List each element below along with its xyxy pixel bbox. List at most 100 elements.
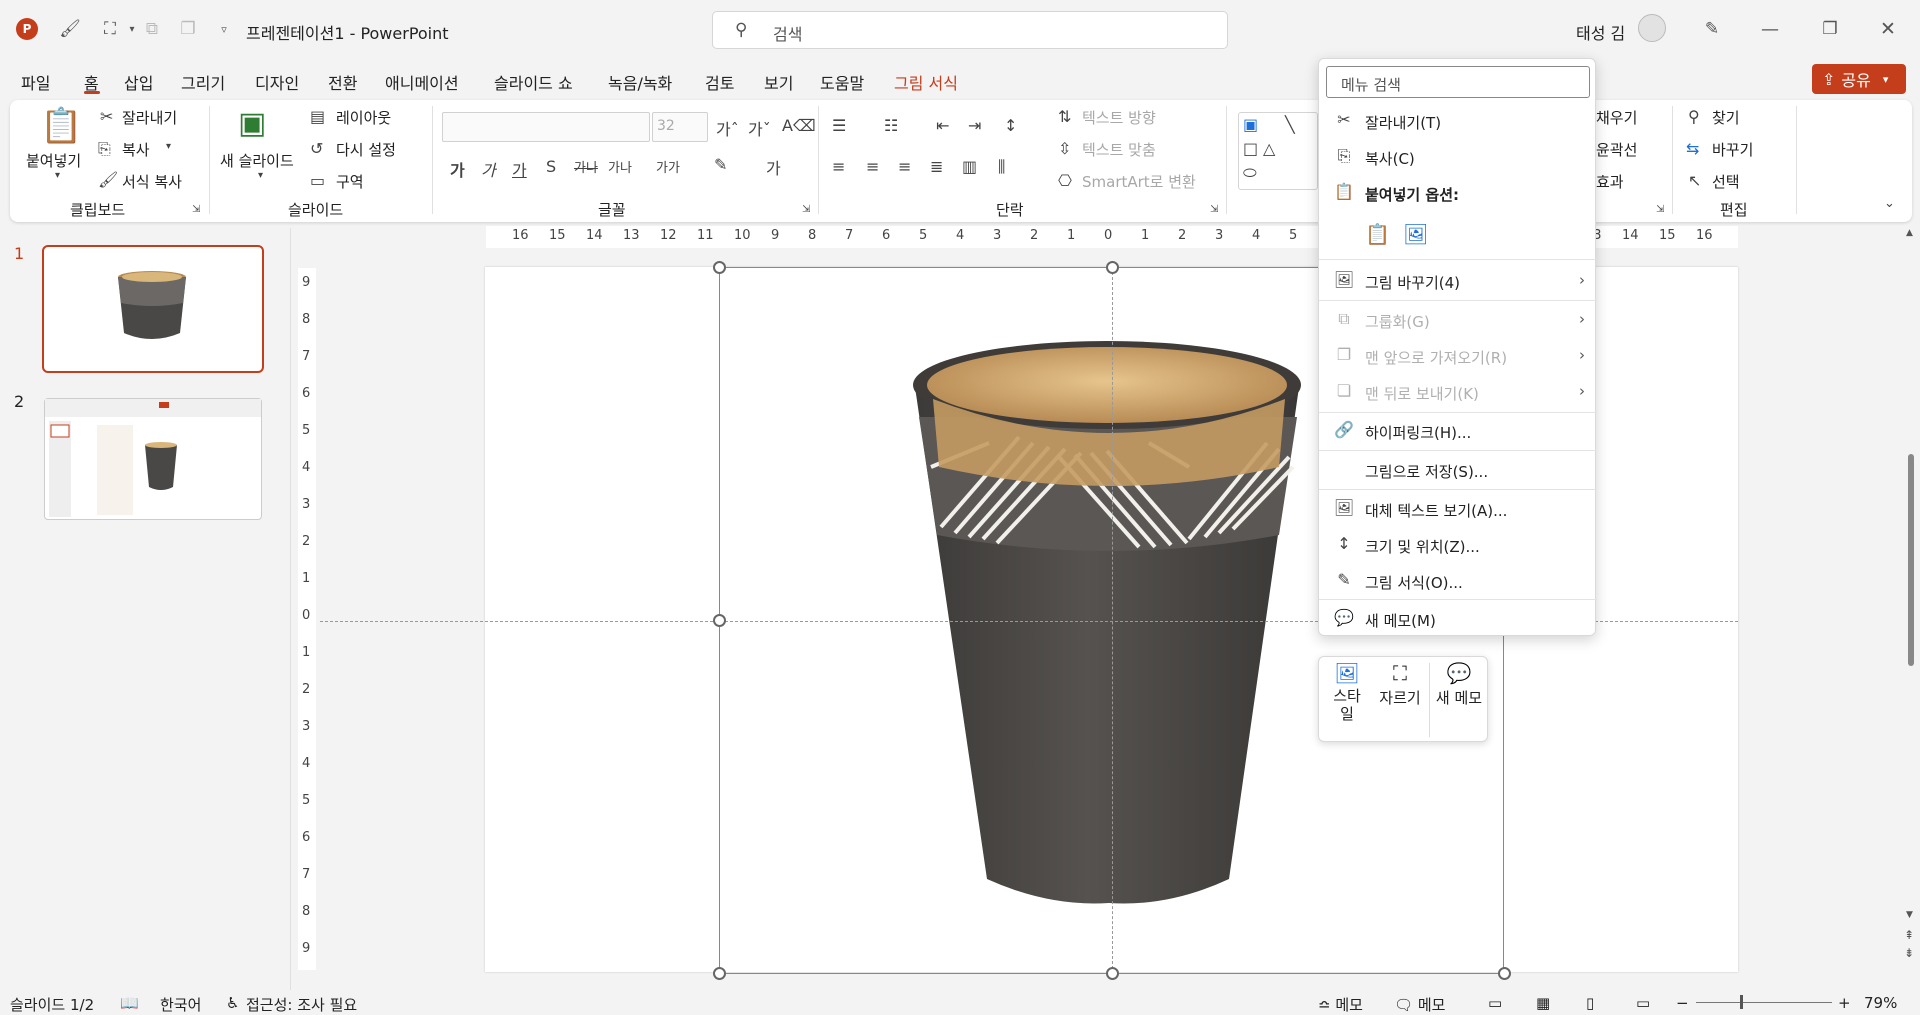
zoom-in-icon[interactable]: +: [1838, 994, 1851, 1012]
pen-icon[interactable]: ✎: [1700, 17, 1724, 41]
previous-slide-icon[interactable]: ⇞: [1904, 928, 1914, 942]
shape-outline-button[interactable]: 윤곽선: [1596, 139, 1637, 160]
resize-handle[interactable]: [1106, 967, 1119, 980]
tab-file[interactable]: 파일: [21, 70, 50, 94]
paste-icon[interactable]: 📋: [40, 106, 82, 146]
menu-item-format-picture[interactable]: ✎ 그림 서식(O)...: [1319, 564, 1597, 598]
avatar[interactable]: [1638, 14, 1666, 42]
dialog-launcher-icon[interactable]: ⇲: [1656, 204, 1664, 215]
decrease-indent-icon: ⇤: [936, 116, 950, 135]
resize-handle[interactable]: [713, 967, 726, 980]
user-name[interactable]: 태성 김: [1576, 20, 1625, 44]
chevron-down-icon[interactable]: ▾: [166, 141, 171, 152]
reading-view-icon[interactable]: ▯: [1586, 994, 1594, 1012]
minimize-icon[interactable]: —: [1758, 17, 1782, 41]
tab-insert[interactable]: 삽입: [124, 70, 153, 94]
tab-slideshow[interactable]: 슬라이드 쇼: [494, 70, 573, 94]
vertical-scrollbar[interactable]: ▲ ▼ ⇞ ⇟: [1904, 228, 1918, 968]
select-button[interactable]: 선택: [1712, 171, 1740, 192]
chevron-down-icon[interactable]: ▾: [258, 170, 263, 181]
shadow-button: S: [546, 157, 557, 176]
menu-item-change-picture[interactable]: 🖼 그림 바꾸기(4) ›: [1319, 264, 1597, 298]
send-back-icon: ❏: [1336, 381, 1352, 400]
pane-divider: [290, 228, 291, 990]
resize-handle[interactable]: [1498, 967, 1511, 980]
share-button[interactable]: ⇪ 공유 ▾: [1812, 64, 1906, 94]
menu-item-alt-text[interactable]: 🖼 대체 텍스트 보기(A)...: [1319, 492, 1597, 526]
tab-review[interactable]: 검토: [705, 70, 734, 94]
font-size-select[interactable]: 32: [652, 112, 708, 142]
shapes-gallery[interactable]: ▣ □ △ ╲ ⬭: [1238, 112, 1318, 190]
spelling-icon[interactable]: 📖: [120, 994, 139, 1012]
crop-button[interactable]: ⛶ 자르기: [1375, 661, 1425, 739]
divider: [432, 106, 433, 214]
slide-sorter-icon[interactable]: ▦: [1536, 994, 1550, 1012]
tab-design[interactable]: 디자인: [255, 70, 299, 94]
accessibility-status[interactable]: 접근성: 조사 필요: [246, 994, 357, 1015]
find-button[interactable]: 찾기: [1712, 107, 1740, 128]
menu-item-cut[interactable]: ✂ 잘라내기(T): [1319, 104, 1597, 138]
layout-button[interactable]: 레이아웃: [336, 107, 391, 128]
scroll-thumb[interactable]: [1908, 454, 1914, 666]
menu-divider: [1319, 599, 1597, 600]
tab-animations[interactable]: 애니메이션: [385, 70, 459, 94]
zoom-out-icon[interactable]: −: [1676, 994, 1689, 1012]
tab-view[interactable]: 보기: [764, 70, 793, 94]
resize-handle[interactable]: [713, 614, 726, 627]
format-painter-icon[interactable]: 🖌: [58, 17, 82, 41]
tab-transitions[interactable]: 전환: [328, 70, 357, 94]
style-button[interactable]: 🖼 스타일: [1325, 661, 1369, 739]
comments-button[interactable]: 🗨 메모: [1394, 994, 1445, 1015]
crop-icon[interactable]: ⛶: [98, 17, 122, 41]
replace-button[interactable]: 바꾸기: [1712, 139, 1753, 160]
menu-item-copy[interactable]: ⎘ 복사(C): [1319, 140, 1597, 174]
copy-button[interactable]: 복사: [122, 139, 150, 160]
resize-handle[interactable]: [713, 261, 726, 274]
paste-keep-source-icon[interactable]: 📋: [1365, 222, 1393, 250]
menu-item-size-position[interactable]: ↕ 크기 및 위치(Z)...: [1319, 528, 1597, 562]
close-icon[interactable]: ✕: [1876, 17, 1900, 41]
notes-button[interactable]: ≏ 메모: [1318, 994, 1363, 1015]
tab-draw[interactable]: 그리기: [181, 70, 225, 94]
scroll-down-icon[interactable]: ▼: [1906, 910, 1913, 920]
chevron-down-icon[interactable]: ▾: [55, 170, 60, 181]
new-comment-button[interactable]: 💬 새 메모: [1431, 661, 1487, 739]
tab-help[interactable]: 도움말: [820, 70, 864, 94]
menu-item-hyperlink[interactable]: 🔗 하이퍼링크(H)...: [1319, 414, 1597, 448]
shape-effects-button[interactable]: 효과: [1596, 171, 1624, 192]
ruler-tick-label: 2: [1030, 228, 1039, 243]
slideshow-view-icon[interactable]: ▭: [1636, 994, 1650, 1012]
tab-picture-format[interactable]: 그림 서식: [894, 70, 958, 94]
menu-item-save-as-picture[interactable]: 그림으로 저장(S)...: [1319, 453, 1597, 487]
ruler-tick-label: 7: [845, 228, 854, 243]
slide-thumbnail-2[interactable]: [44, 398, 262, 520]
paste-as-picture-icon[interactable]: 🖼: [1403, 222, 1431, 250]
collapse-ribbon-icon[interactable]: ⌄: [1884, 196, 1895, 211]
slide-thumbnail-1[interactable]: [42, 245, 264, 373]
zoom-slider[interactable]: [1696, 1002, 1832, 1003]
reset-button[interactable]: 다시 설정: [336, 139, 396, 160]
language-indicator[interactable]: 한국어: [160, 994, 201, 1015]
dialog-launcher-icon[interactable]: ⇲: [192, 204, 200, 215]
menu-item-new-comment[interactable]: 💬 새 메모(M): [1319, 602, 1597, 636]
restore-icon[interactable]: ❐: [1818, 17, 1842, 41]
tab-record[interactable]: 녹음/녹화: [608, 70, 672, 94]
scroll-up-icon[interactable]: ▲: [1906, 228, 1913, 238]
cut-button[interactable]: 잘라내기: [122, 107, 177, 128]
font-family-select[interactable]: [442, 112, 650, 142]
search-input[interactable]: ⚲ 검색: [712, 11, 1228, 49]
section-button[interactable]: 구역: [336, 171, 364, 192]
resize-handle[interactable]: [1106, 261, 1119, 274]
customize-qat-icon[interactable]: ▿: [212, 17, 236, 41]
zoom-slider-thumb[interactable]: [1740, 995, 1743, 1009]
zoom-level[interactable]: 79%: [1864, 994, 1897, 1012]
menu-search-input[interactable]: 메뉴 검색: [1326, 66, 1590, 98]
next-slide-icon[interactable]: ⇟: [1904, 946, 1914, 960]
format-painter-button[interactable]: 서식 복사: [122, 171, 182, 192]
text-direction-button: 텍스트 방향: [1082, 109, 1156, 127]
shape-fill-button[interactable]: 채우기: [1596, 107, 1637, 128]
normal-view-icon[interactable]: ▭: [1488, 994, 1502, 1012]
new-slide-icon[interactable]: ▣: [238, 106, 266, 141]
new-slide-button[interactable]: 새 슬라이드: [220, 150, 294, 171]
paste-button[interactable]: 붙여넣기: [26, 150, 81, 171]
